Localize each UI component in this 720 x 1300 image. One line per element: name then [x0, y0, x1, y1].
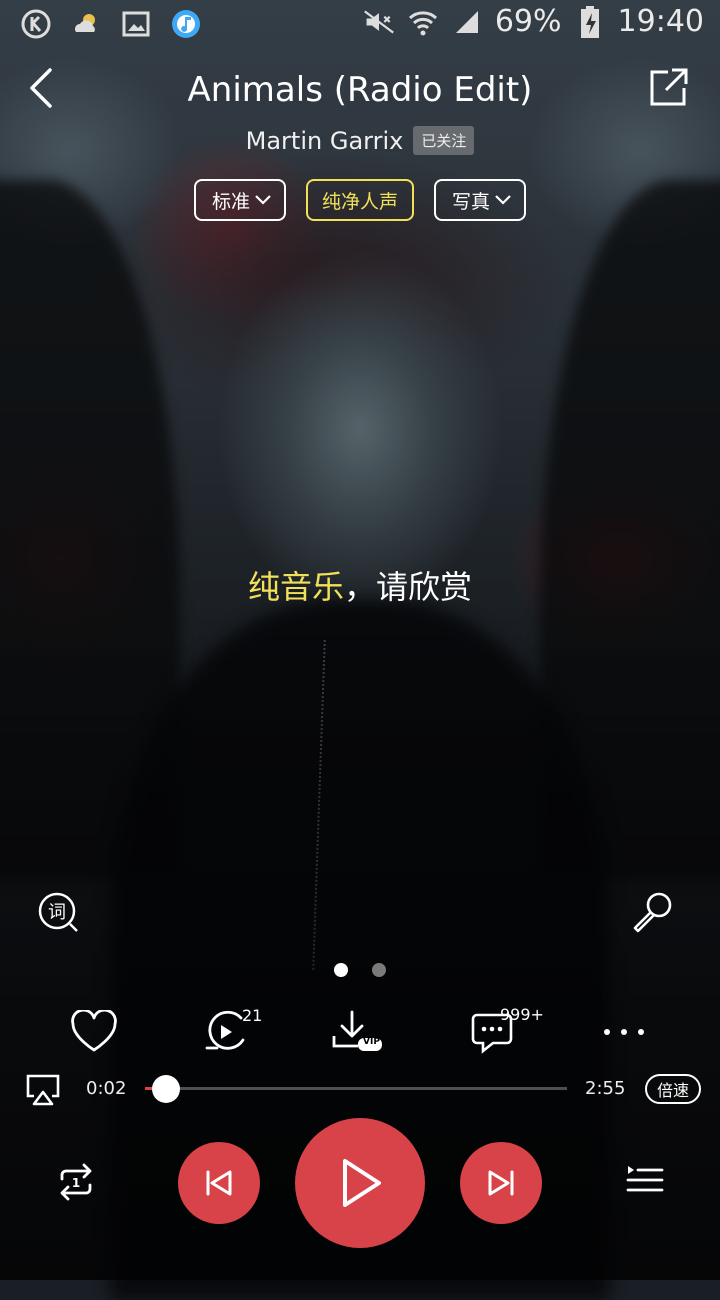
- weather-icon: [70, 8, 102, 40]
- current-lyric[interactable]: 纯音乐，请欣赏: [0, 562, 720, 608]
- share-button[interactable]: [646, 66, 690, 110]
- chevron-down-icon: [495, 195, 511, 205]
- lyric-highlight: 纯音乐: [247, 568, 344, 606]
- comments-button[interactable]: 999+: [462, 1004, 544, 1060]
- skip-next-icon: [488, 1170, 514, 1196]
- chip-label: 标准: [211, 190, 250, 213]
- cast-button[interactable]: [24, 1072, 62, 1106]
- skip-previous-icon: [206, 1170, 232, 1196]
- quality-chips: 标准 纯净人声 写真: [0, 179, 720, 221]
- lyrics-button[interactable]: 词: [36, 890, 80, 934]
- music-app-icon: [170, 8, 202, 40]
- chip-label: 写真: [452, 190, 491, 213]
- playback-controls: 1: [0, 1116, 720, 1248]
- page-indicator: [0, 963, 720, 977]
- karaoke-button[interactable]: [630, 890, 676, 936]
- svg-text:1: 1: [72, 1176, 80, 1190]
- artist-row: Martin Garrix 已关注: [0, 126, 720, 155]
- lyrics-icon: 词: [38, 892, 78, 932]
- total-time: 2:55: [585, 1078, 626, 1099]
- wifi-icon: [407, 6, 439, 38]
- artist-name[interactable]: Martin Garrix: [246, 127, 404, 155]
- repeat-one-icon: 1: [60, 1163, 92, 1201]
- lyric-rest: ，请欣赏: [344, 568, 473, 606]
- like-button[interactable]: [64, 1004, 124, 1060]
- song-title: Animals (Radio Edit): [187, 70, 533, 110]
- svg-text:词: 词: [48, 902, 66, 923]
- previous-button[interactable]: [178, 1142, 260, 1224]
- page-dot[interactable]: [372, 963, 386, 977]
- download-icon: [332, 1010, 382, 1051]
- progress-bar[interactable]: [145, 1087, 567, 1090]
- video-button[interactable]: 21: [196, 1004, 262, 1060]
- gallery-icon: [120, 8, 152, 40]
- comment-count: 999+: [500, 1005, 544, 1024]
- mute-icon: [363, 6, 395, 38]
- playlist-button[interactable]: [620, 1160, 668, 1200]
- clock: 19:40: [617, 4, 704, 39]
- playlist-icon: [626, 1166, 664, 1192]
- page-dot-active[interactable]: [334, 963, 348, 977]
- heart-icon: [71, 1010, 117, 1052]
- play-icon: [343, 1159, 381, 1207]
- battery-percent: 69%: [494, 4, 562, 39]
- battery-charging-icon: [574, 5, 606, 38]
- microphone-icon: [633, 892, 672, 933]
- more-icon: [604, 1029, 644, 1035]
- current-time: 0:02: [86, 1078, 127, 1099]
- status-bar: 69% 19:40: [0, 0, 720, 48]
- speed-button[interactable]: 倍速: [645, 1074, 701, 1104]
- portrait-chip[interactable]: 写真: [434, 179, 527, 221]
- quality-standard-chip[interactable]: 标准: [193, 179, 286, 221]
- chip-label: 纯净人声: [321, 190, 398, 213]
- follow-badge[interactable]: 已关注: [413, 126, 475, 155]
- video-count: 21: [242, 1006, 263, 1025]
- action-row: 21 VIP 999+: [0, 1004, 720, 1064]
- pure-vocal-chip[interactable]: 纯净人声: [305, 179, 414, 221]
- signal-icon: [451, 6, 483, 38]
- repeat-one-button[interactable]: 1: [50, 1160, 102, 1204]
- play-button[interactable]: [295, 1118, 425, 1248]
- cast-icon: [26, 1074, 60, 1106]
- chevron-down-icon: [255, 195, 271, 205]
- next-button[interactable]: [460, 1142, 542, 1224]
- download-button[interactable]: VIP: [326, 1004, 386, 1060]
- progress-row: 0:02 2:55 倍速: [0, 1066, 720, 1112]
- share-icon: [650, 68, 688, 106]
- vip-badge: VIP: [363, 1037, 380, 1047]
- k-app-icon: [20, 8, 52, 40]
- more-button[interactable]: [594, 1004, 654, 1060]
- progress-thumb[interactable]: [152, 1075, 181, 1103]
